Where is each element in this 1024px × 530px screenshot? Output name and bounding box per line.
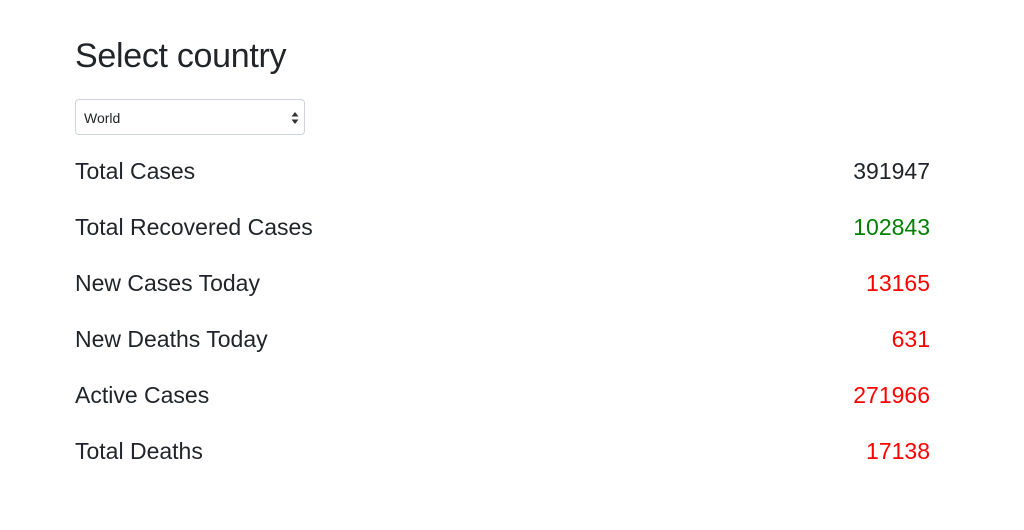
stat-label: New Cases Today xyxy=(75,270,260,296)
stat-row-total-cases: Total Cases 391947 xyxy=(75,150,930,206)
stats-list: Total Cases 391947 Total Recovered Cases… xyxy=(75,150,930,486)
stat-value: 391947 xyxy=(853,158,930,184)
stat-value: 17138 xyxy=(866,438,930,464)
country-select[interactable]: World xyxy=(75,99,305,135)
select-arrows-icon xyxy=(291,112,299,124)
stat-row-active-cases: Active Cases 271966 xyxy=(75,374,930,430)
stat-value: 271966 xyxy=(853,382,930,408)
stat-label: Active Cases xyxy=(75,382,210,408)
stat-label: Total Recovered Cases xyxy=(75,214,313,240)
stat-value: 13165 xyxy=(866,270,930,296)
stat-row-new-deaths-today: New Deaths Today 631 xyxy=(75,318,930,374)
page-title: Select country xyxy=(75,37,287,75)
stat-value: 631 xyxy=(891,326,930,352)
stat-label: Total Cases xyxy=(75,158,196,184)
stat-label: Total Deaths xyxy=(75,438,203,464)
stat-row-total-deaths: Total Deaths 17138 xyxy=(75,430,930,486)
country-select-value: World xyxy=(84,110,121,126)
stat-value: 102843 xyxy=(853,214,930,240)
stat-row-total-recovered-cases: Total Recovered Cases 102843 xyxy=(75,206,930,262)
stat-label: New Deaths Today xyxy=(75,326,268,352)
stat-row-new-cases-today: New Cases Today 13165 xyxy=(75,262,930,318)
